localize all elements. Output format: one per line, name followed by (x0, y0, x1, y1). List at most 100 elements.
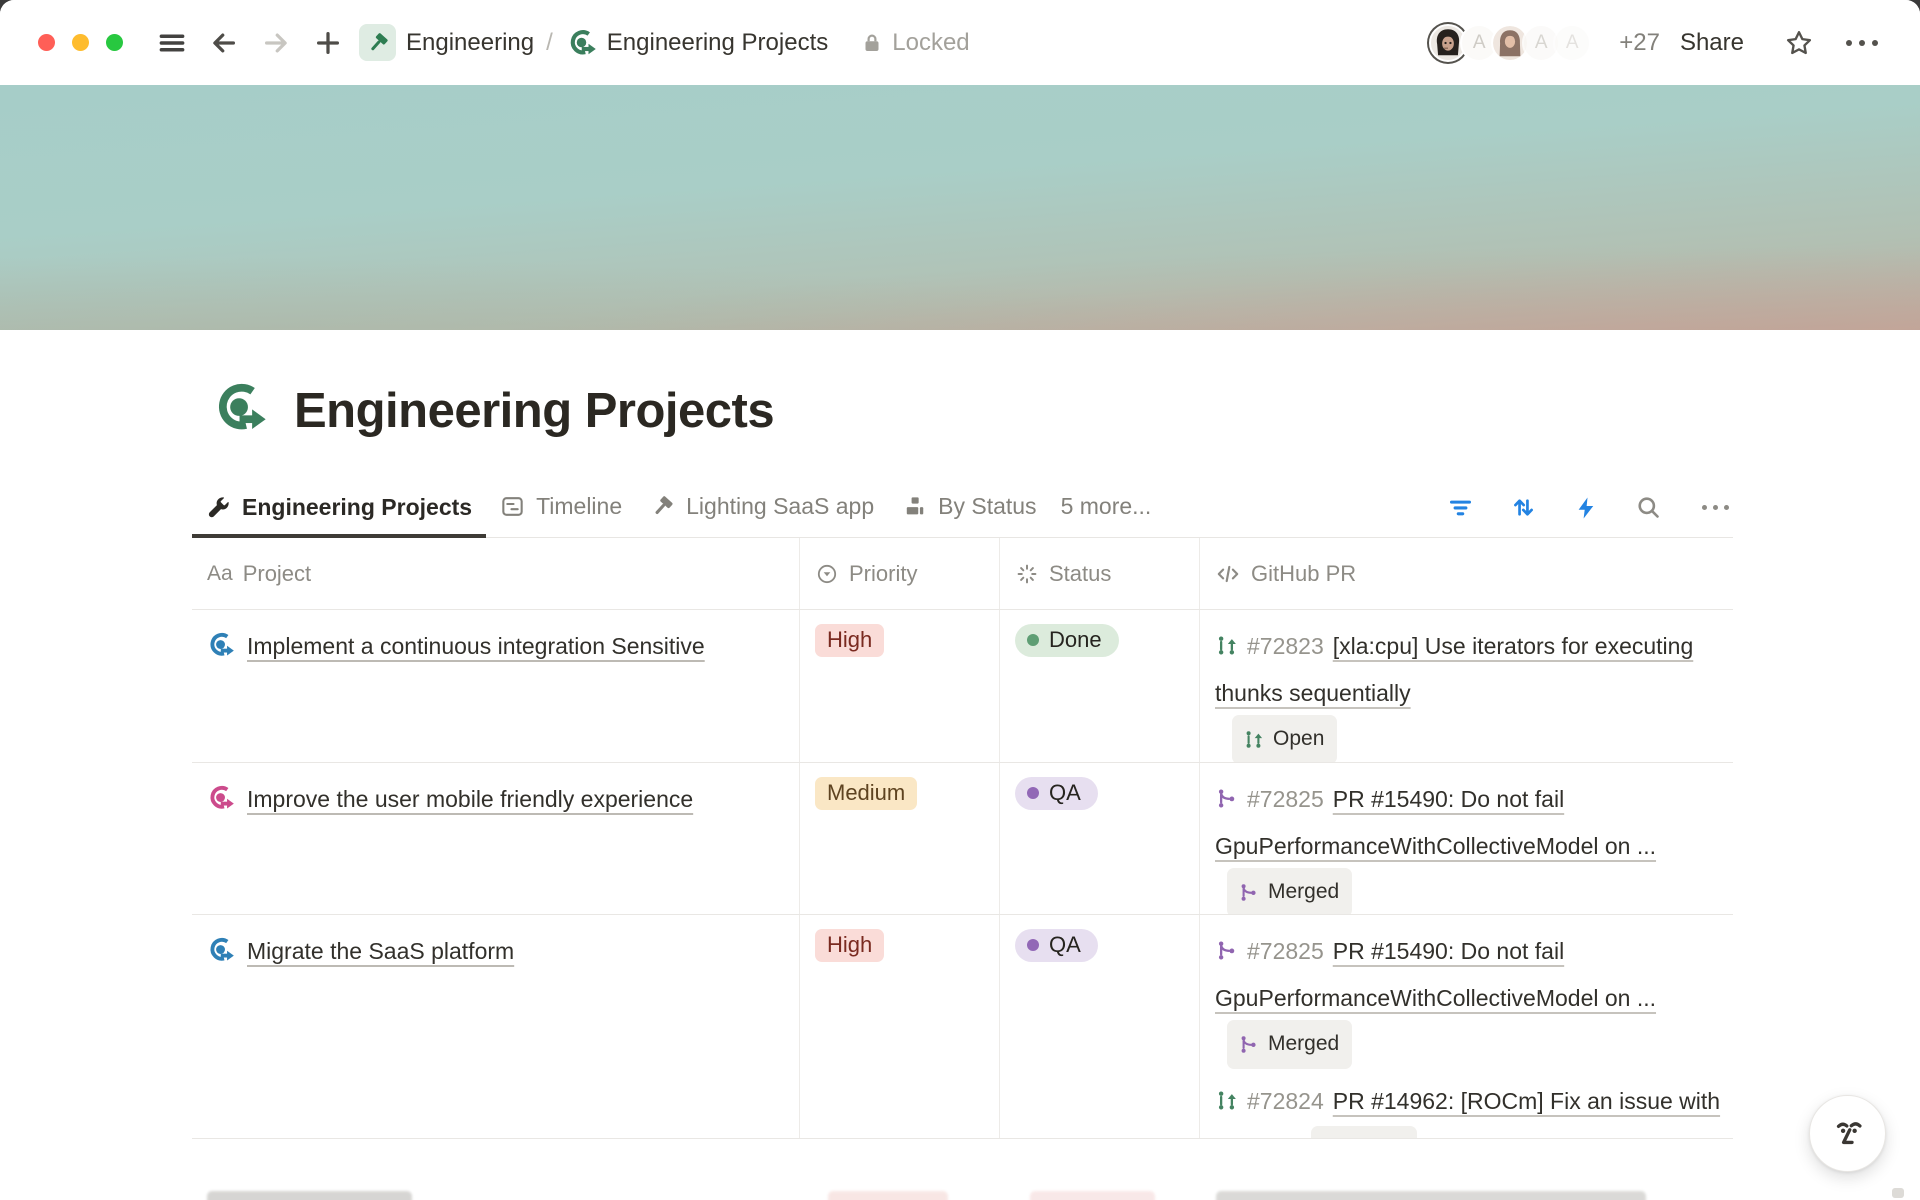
favorite-star-icon[interactable] (1782, 26, 1816, 60)
github-pr-cell[interactable]: #72825PR #15490: Do not fail GpuPerforma… (1200, 915, 1733, 1138)
tabs-more-button[interactable]: 5 more... (1051, 483, 1162, 537)
status-cell[interactable]: QA (1000, 763, 1200, 914)
zoom-window-button[interactable] (106, 34, 123, 51)
project-sprint-icon (207, 934, 235, 978)
new-tab-plus-icon[interactable] (311, 26, 345, 60)
pr-merged-icon (1238, 1034, 1259, 1055)
page-cover-image (0, 85, 1920, 330)
priority-cell[interactable]: High (800, 915, 1000, 1138)
page-title-sprint-icon[interactable] (212, 380, 268, 441)
tab-lighting-saas-app[interactable]: Lighting SaaS app (636, 483, 888, 537)
project-cell[interactable]: Migrate the SaaS platform (192, 915, 800, 1138)
pr-state-label: Open (1273, 717, 1324, 761)
pr-number: #72825 (1247, 938, 1324, 964)
tab-label: Lighting SaaS app (686, 493, 874, 520)
ai-face-icon (1827, 1113, 1869, 1155)
share-button[interactable]: Share (1680, 29, 1744, 57)
status-label: QA (1049, 780, 1081, 806)
column-header-github-pr[interactable]: GitHub PR (1200, 538, 1733, 609)
status-cell[interactable]: Done (1000, 610, 1200, 762)
priority-pill[interactable]: High (815, 624, 884, 657)
priority-pill[interactable]: Medium (815, 777, 917, 810)
table-row: Improve the user mobile friendly experie… (192, 763, 1733, 915)
priority-cell[interactable]: High (800, 610, 1000, 762)
column-label: GitHub PR (1251, 561, 1356, 587)
timeline-icon (500, 494, 525, 519)
sort-icon[interactable] (1510, 494, 1537, 521)
lock-icon (860, 31, 884, 55)
table-row: Migrate the SaaS platform High QA #72825… (192, 915, 1733, 1139)
column-header-status[interactable]: Status (1000, 538, 1200, 609)
view-tabs-bar: Engineering Projects Timeline Lighting S… (192, 483, 1733, 538)
search-icon[interactable] (1635, 494, 1662, 521)
forward-arrow-icon[interactable] (259, 26, 293, 60)
view-controls (1447, 494, 1733, 537)
github-pr-cell[interactable]: #72823[xla:cpu] Use iterators for execut… (1200, 610, 1733, 762)
pr-merged-icon (1215, 780, 1238, 824)
collaborator-avatars: A A A (1429, 24, 1591, 62)
window-topbar: Engineering / Engineering Projects Locke… (0, 0, 1920, 85)
pr-open-icon (1243, 729, 1264, 750)
pr-state-badge: Merged (1227, 868, 1352, 914)
lock-label: Locked (892, 29, 969, 57)
priority-pill[interactable]: High (815, 929, 884, 962)
status-label: Done (1049, 627, 1102, 653)
project-sprint-icon (207, 782, 235, 826)
more-options-icon[interactable] (1840, 34, 1884, 52)
hammer-icon (650, 494, 675, 519)
page-title[interactable]: Engineering Projects (294, 383, 774, 439)
wrench-icon (206, 495, 231, 520)
code-property-icon (1215, 561, 1241, 587)
github-pr-cell[interactable]: #72825PR #15490: Do not fail GpuPerforma… (1200, 763, 1733, 914)
close-window-button[interactable] (38, 34, 55, 51)
automation-zap-icon[interactable] (1573, 495, 1599, 521)
tab-by-status[interactable]: By Status (888, 483, 1050, 537)
table-header: Aa Project Priority Status GitHub PR (192, 538, 1733, 610)
tab-label: Engineering Projects (242, 494, 472, 521)
column-header-priority[interactable]: Priority (800, 538, 1000, 609)
tab-timeline[interactable]: Timeline (486, 483, 636, 537)
status-pill[interactable]: QA (1015, 929, 1098, 962)
status-dot (1027, 939, 1039, 951)
select-property-icon (815, 562, 839, 586)
project-cell[interactable]: Implement a continuous integration Sensi… (192, 610, 800, 762)
back-arrow-icon[interactable] (207, 26, 241, 60)
pr-state-label: Open (1352, 1128, 1403, 1138)
status-cell[interactable]: QA (1000, 915, 1200, 1138)
pr-open-icon (1215, 1082, 1238, 1126)
sidebar-menu-icon[interactable] (155, 26, 189, 60)
breadcrumb-page-sprint-icon (567, 28, 597, 58)
breadcrumb-page[interactable]: Engineering Projects (607, 29, 828, 57)
priority-cell[interactable]: Medium (800, 763, 1000, 914)
filter-icon[interactable] (1447, 494, 1474, 521)
pr-state-badge: Merged (1227, 1020, 1352, 1069)
status-property-icon (1015, 562, 1039, 586)
lock-toggle[interactable]: Locked (860, 29, 969, 57)
notion-ai-button[interactable] (1809, 1095, 1886, 1172)
pr-merged-icon (1238, 882, 1259, 903)
scrollbar-thumb[interactable] (1892, 1188, 1904, 1198)
table-row: Implement a continuous integration Sensi… (192, 610, 1733, 763)
title-property-icon: Aa (207, 562, 233, 586)
status-pill[interactable]: Done (1015, 624, 1119, 657)
status-label: QA (1049, 932, 1081, 958)
minimize-window-button[interactable] (72, 34, 89, 51)
pr-state-badge: Open (1232, 715, 1337, 762)
breadcrumb-separator: / (546, 29, 553, 57)
column-label: Priority (849, 561, 917, 587)
view-more-options-icon[interactable] (1698, 501, 1733, 514)
project-title-link[interactable]: Migrate the SaaS platform (247, 938, 514, 964)
more-collaborators-count[interactable]: +27 (1619, 29, 1660, 57)
avatar[interactable]: A (1553, 24, 1591, 62)
project-cell[interactable]: Improve the user mobile friendly experie… (192, 763, 800, 914)
pr-state-label: Merged (1268, 1022, 1339, 1066)
tab-engineering-projects[interactable]: Engineering Projects (192, 484, 486, 538)
project-title-link[interactable]: Improve the user mobile friendly experie… (247, 786, 693, 812)
breadcrumb-root[interactable]: Engineering (406, 29, 534, 57)
project-title-link[interactable]: Implement a continuous integration Sensi… (247, 633, 705, 659)
status-pill[interactable]: QA (1015, 777, 1098, 810)
pr-state-label: Merged (1268, 870, 1339, 914)
pr-open-icon (1215, 627, 1238, 671)
column-header-project[interactable]: Aa Project (192, 538, 800, 609)
breadcrumb-workspace-hammer-icon[interactable] (359, 24, 396, 61)
